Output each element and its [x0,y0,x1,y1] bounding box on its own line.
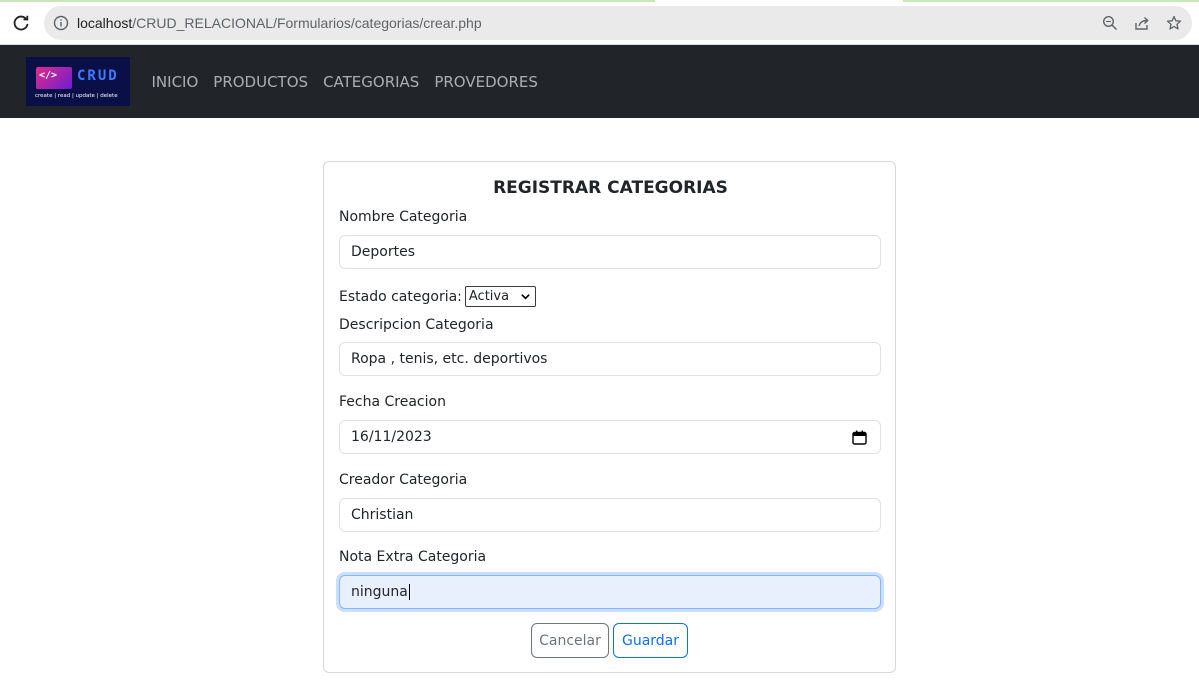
url-path: /CRUD_RELACIONAL/Formularios/categorias/… [132,15,482,31]
nombre-input[interactable]: Deportes [339,235,881,269]
url-host: localhost [77,15,133,31]
creador-value: Christian [351,507,414,523]
url-text[interactable]: localhost/CRUD_RELACIONAL/Formularios/ca… [77,15,482,31]
save-button[interactable]: Guardar [613,623,688,658]
navbar: </> CRUD create | read | update | delete… [0,45,1199,118]
address-bar[interactable]: localhost/CRUD_RELACIONAL/Formularios/ca… [44,6,1192,40]
logo-tagline: create | read | update | delete [35,93,118,99]
crud-logo[interactable]: </> CRUD create | read | update | delete [26,57,130,106]
reload-icon[interactable] [11,13,31,33]
zoom-icon[interactable] [1102,15,1118,31]
nombre-label: Nombre Categoria [339,209,468,225]
creador-label: Creador Categoria [339,472,468,488]
chevron-down-icon [521,294,530,300]
descripcion-input[interactable]: Ropa , tenis, etc. deportivos [339,342,881,376]
form-title: REGISTRAR CATEGORIAS [493,178,728,198]
nombre-value: Deportes [351,244,415,260]
loading-bar [0,0,655,2]
logo-brand: CRUD [77,68,119,84]
estado-label: Estado categoria: [339,288,462,305]
cancel-button[interactable]: Cancelar [531,623,609,658]
fecha-label: Fecha Creacion [339,394,446,410]
calendar-icon[interactable] [852,430,867,445]
register-category-card: REGISTRAR CATEGORIAS Nombre Categoria De… [323,161,896,673]
nav-link-categorias[interactable]: CATEGORIAS [316,73,427,91]
bookmark-star-icon[interactable] [1166,15,1182,31]
creador-input[interactable]: Christian [339,498,881,532]
text-caret [408,584,410,600]
nota-input[interactable]: ninguna [339,575,881,609]
descripcion-value: Ropa , tenis, etc. deportivos [351,351,548,367]
estado-selected: Activa [468,289,510,304]
loading-bar [903,0,1199,2]
fecha-input[interactable]: 16/11/2023 [339,420,881,454]
browser-toolbar: localhost/CRUD_RELACIONAL/Formularios/ca… [0,0,1199,45]
site-info-icon[interactable] [53,15,69,31]
nav-link-inicio[interactable]: INICIO [144,73,206,91]
nota-label: Nota Extra Categoria [339,549,487,565]
estado-row: Estado categoria: Activa [339,286,536,307]
nota-value: ninguna [351,584,408,600]
share-icon[interactable] [1134,15,1150,31]
nav-link-productos[interactable]: PRODUCTOS [206,73,316,91]
code-icon: </> [39,70,58,81]
descripcion-label: Descripcion Categoria [339,317,494,333]
nav-link-provedores[interactable]: PROVEDORES [427,73,546,91]
nav-links: INICIO PRODUCTOS CATEGORIAS PROVEDORES [144,73,545,91]
fecha-value: 16/11/2023 [351,429,432,445]
estado-select[interactable]: Activa [464,286,536,307]
